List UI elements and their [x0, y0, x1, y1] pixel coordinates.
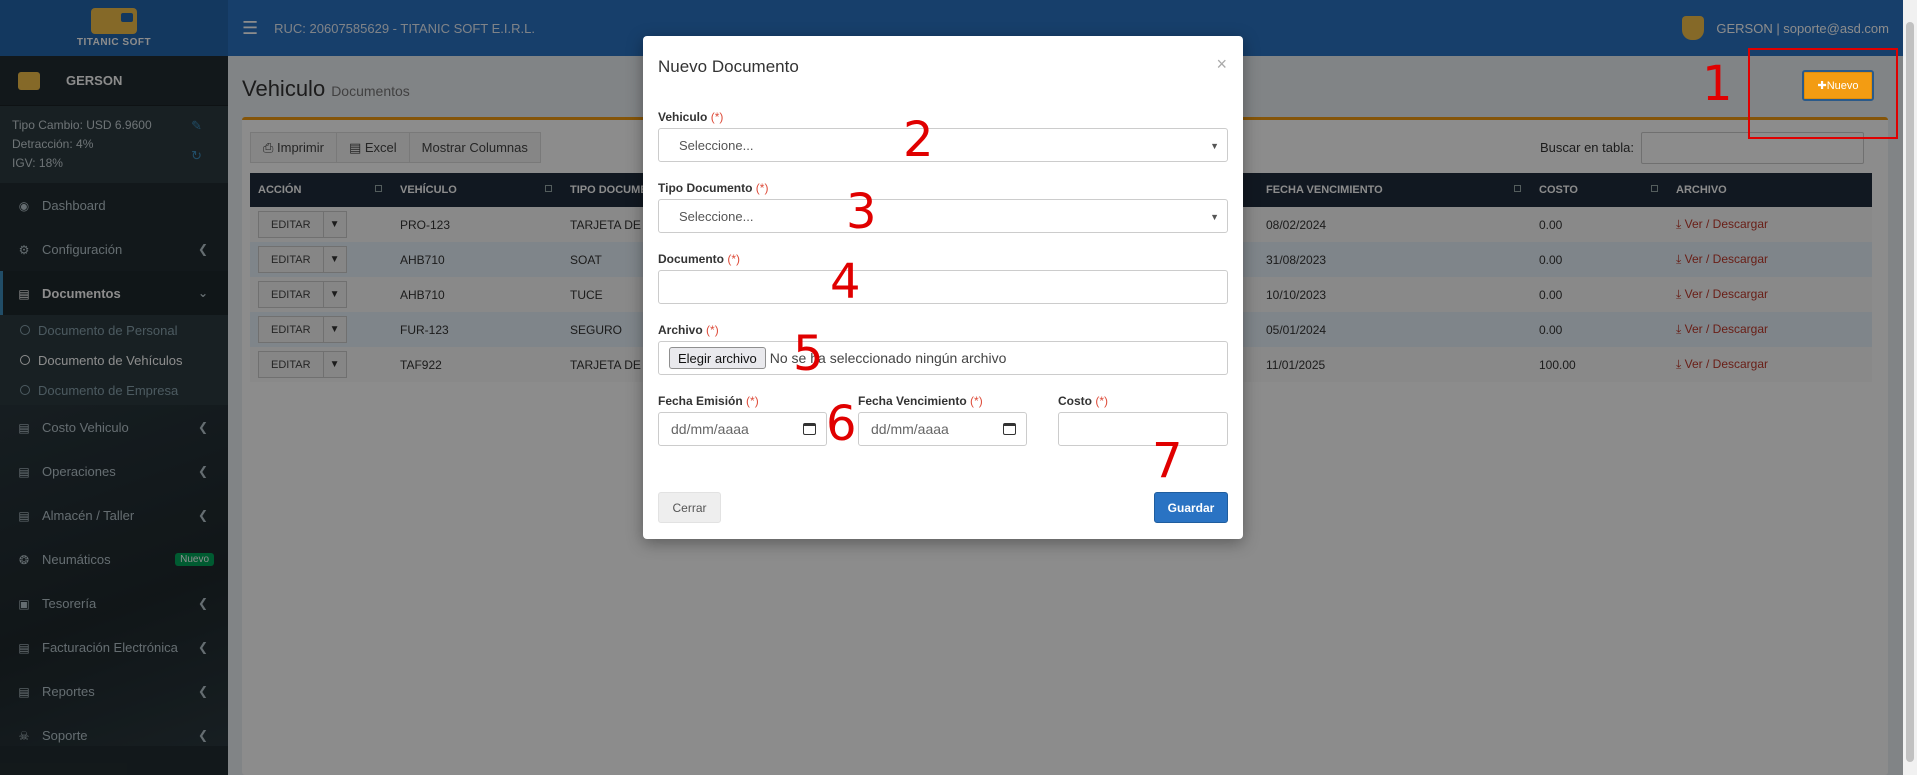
guardar-button[interactable]: Guardar: [1154, 492, 1228, 523]
calendar-icon[interactable]: [1003, 423, 1016, 435]
label-text: Fecha Emisión: [658, 394, 743, 408]
nuevo-button[interactable]: ✚ Nuevo: [1802, 70, 1874, 101]
tipo-documento-select[interactable]: Seleccione... ▼: [658, 199, 1228, 233]
tipo-documento-label: Tipo Documento (*): [658, 181, 768, 195]
costo-input[interactable]: [1058, 412, 1228, 446]
required-mark: (*): [970, 394, 983, 408]
label-text: Archivo: [658, 323, 703, 337]
caret-down-icon: ▼: [1210, 141, 1219, 151]
nuevo-label: Nuevo: [1826, 79, 1859, 92]
archivo-label: Archivo (*): [658, 323, 719, 337]
choose-file-button[interactable]: Elegir archivo: [669, 347, 766, 369]
required-mark: (*): [755, 181, 769, 195]
archivo-file-input[interactable]: Elegir archivo No se ha seleccionado nin…: [658, 341, 1228, 375]
scrollbar-thumb[interactable]: [1906, 22, 1914, 762]
tipo-select-value: Seleccione...: [679, 208, 754, 224]
page-scrollbar[interactable]: [1903, 0, 1917, 775]
required-mark: (*): [710, 110, 724, 124]
caret-down-icon: ▼: [1210, 212, 1219, 222]
vehiculo-select-value: Seleccione...: [679, 137, 754, 153]
date-placeholder: dd/mm/aaaa: [671, 421, 749, 437]
costo-label: Costo (*): [1058, 394, 1108, 408]
nuevo-documento-modal: Nuevo Documento × Vehiculo (*) Seleccion…: [643, 36, 1243, 539]
plus-icon: ✚: [1817, 80, 1827, 92]
documento-input[interactable]: [658, 270, 1228, 304]
file-status: No se ha seleccionado ningún archivo: [769, 350, 1007, 366]
label-text: Fecha Vencimiento: [858, 394, 967, 408]
vehiculo-label: Vehiculo (*): [658, 110, 723, 124]
cerrar-button[interactable]: Cerrar: [658, 492, 721, 523]
fecha-emision-label: Fecha Emisión (*): [658, 394, 759, 408]
required-mark: (*): [746, 394, 759, 408]
required-mark: (*): [727, 252, 741, 266]
fecha-vencimiento-label: Fecha Vencimiento (*): [858, 394, 983, 408]
documento-label: Documento (*): [658, 252, 740, 266]
close-icon[interactable]: ×: [1216, 54, 1227, 75]
label-text: Tipo Documento: [658, 181, 753, 195]
label-text: Vehiculo: [658, 110, 708, 124]
calendar-icon[interactable]: [803, 423, 816, 435]
fecha-emision-input[interactable]: dd/mm/aaaa: [658, 412, 827, 446]
fecha-vencimiento-input[interactable]: dd/mm/aaaa: [858, 412, 1027, 446]
modal-title: Nuevo Documento: [658, 57, 799, 76]
label-text: Documento: [658, 252, 724, 266]
label-text: Costo: [1058, 394, 1092, 408]
required-mark: (*): [1095, 394, 1109, 408]
vehiculo-select[interactable]: Seleccione... ▼: [658, 128, 1228, 162]
required-mark: (*): [706, 323, 719, 337]
annotation-6: 6: [826, 396, 857, 452]
date-placeholder: dd/mm/aaaa: [871, 421, 949, 437]
